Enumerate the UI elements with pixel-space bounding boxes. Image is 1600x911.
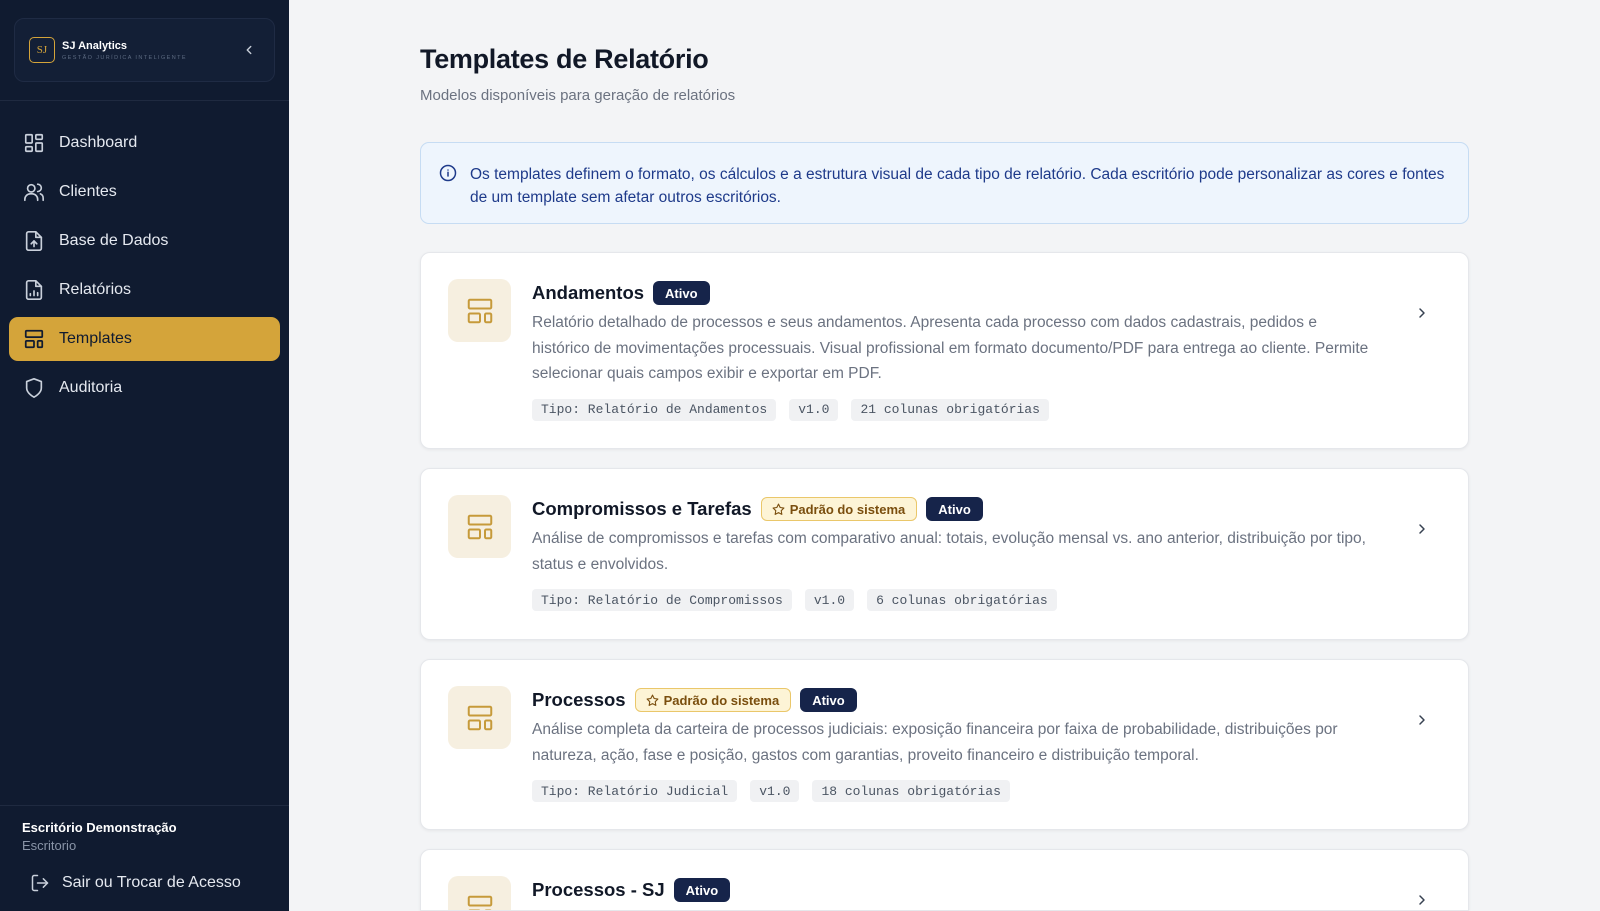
status-badge: Ativo (673, 878, 731, 902)
sidebar-item-dashboard[interactable]: Dashboard (9, 121, 280, 165)
sidebar-item-auditoria[interactable]: Auditoria (9, 366, 280, 410)
brand-logo: SJ (29, 37, 55, 63)
star-icon (772, 503, 785, 516)
type-tag: Tipo: Relatório de Andamentos (532, 398, 777, 421)
default-badge: Padrão do sistema (634, 688, 792, 712)
template-card-header: Processos - SJ Ativo (532, 877, 1377, 903)
info-icon (439, 164, 457, 182)
layout-template-icon (23, 328, 45, 350)
template-card-processos-sj[interactable]: Processos - SJ Ativo (420, 849, 1469, 911)
version-tag: v1.0 (789, 398, 839, 421)
shield-icon (23, 377, 45, 399)
status-badge: Ativo (653, 281, 710, 305)
status-badge: Ativo (800, 688, 857, 712)
sidebar-item-label: Auditoria (59, 379, 123, 396)
organization-type: Escritorio (22, 838, 77, 853)
sidebar-footer: Escritório Demonstração Escritorio Sair … (0, 805, 289, 911)
default-badge: Padrão do sistema (760, 497, 918, 521)
template-card-body: Processos Padrão do sistema Ativo Anális… (532, 687, 1377, 802)
columns-tag: 21 colunas obrigatórias (851, 398, 1049, 421)
brand-card: SJ SJ Analytics GESTÃO JURÍDICA INTELIGE… (14, 18, 275, 82)
chevron-right-icon (1412, 890, 1432, 910)
sidebar-item-clientes[interactable]: Clientes (9, 170, 280, 214)
sidebar-item-label: Relatórios (59, 281, 132, 298)
template-card-body: Andamentos Ativo Relatório detalhado de … (532, 280, 1377, 421)
info-banner: Os templates definem o formato, os cálcu… (420, 142, 1469, 224)
sidebar-item-label: Clientes (59, 183, 117, 200)
template-icon (448, 279, 511, 342)
chevron-right-icon (1412, 519, 1432, 539)
file-chart-icon (23, 279, 45, 301)
logout-button[interactable]: Sair ou Trocar de Acesso (22, 873, 267, 893)
template-tags: Tipo: Relatório de Andamentos v1.0 21 co… (532, 398, 1377, 421)
template-title: Processos - SJ (532, 879, 665, 900)
logout-icon (30, 873, 50, 893)
status-badge: Ativo (926, 497, 983, 521)
sidebar-item-base-de-dados[interactable]: Base de Dados (9, 219, 280, 263)
users-icon (23, 181, 45, 203)
template-description: Análise completa da carteira de processo… (532, 721, 1338, 764)
version-tag: v1.0 (750, 780, 800, 802)
template-card-body: Compromissos e Tarefas Padrão do sistema… (532, 496, 1377, 611)
template-card-andamentos[interactable]: Andamentos Ativo Relatório detalhado de … (420, 252, 1469, 449)
template-title: Processos (532, 689, 626, 710)
sidebar: SJ SJ Analytics GESTÃO JURÍDICA INTELIGE… (0, 0, 289, 911)
logout-label: Sair ou Trocar de Acesso (62, 874, 241, 891)
columns-tag: 18 colunas obrigatórias (812, 780, 1010, 802)
template-card-processos[interactable]: Processos Padrão do sistema Ativo Anális… (420, 659, 1469, 830)
chevron-right-icon (1412, 710, 1432, 730)
default-badge-label: Padrão do sistema (789, 501, 906, 517)
brand-section: SJ SJ Analytics GESTÃO JURÍDICA INTELIGE… (0, 0, 289, 101)
collapse-sidebar-button[interactable] (238, 39, 260, 61)
sidebar-item-label: Dashboard (59, 134, 138, 151)
chevron-right-icon (1412, 303, 1432, 323)
template-title: Andamentos (532, 282, 645, 303)
template-card-header: Processos Padrão do sistema Ativo (532, 687, 1377, 713)
template-tags: Tipo: Relatório Judicial v1.0 18 colunas… (532, 780, 1377, 802)
page-title: Templates de Relatório (420, 44, 709, 74)
template-icon (448, 495, 511, 558)
main-content: Templates de Relatório Modelos disponíve… (289, 0, 1600, 911)
template-card-header: Compromissos e Tarefas Padrão do sistema… (532, 496, 1377, 522)
brand-name: SJ Analytics (62, 39, 128, 52)
template-card-compromissos[interactable]: Compromissos e Tarefas Padrão do sistema… (420, 468, 1469, 640)
info-text: Os templates definem o formato, os cálcu… (470, 166, 1445, 206)
template-tags: Tipo: Relatório de Compromissos v1.0 6 c… (532, 589, 1377, 611)
dashboard-icon (23, 132, 45, 154)
template-card-body: Processos - SJ Ativo (532, 877, 1377, 903)
type-tag: Tipo: Relatório de Compromissos (532, 589, 792, 611)
page-subtitle: Modelos disponíveis para geração de rela… (420, 87, 736, 104)
sidebar-item-relatorios[interactable]: Relatórios (9, 268, 280, 312)
template-title: Compromissos e Tarefas (532, 498, 752, 519)
organization-name: Escritório Demonstração (22, 820, 177, 835)
sidebar-item-templates[interactable]: Templates (9, 317, 280, 361)
star-icon (646, 694, 659, 707)
template-icon (448, 686, 511, 749)
sidebar-nav: Dashboard Clientes Base de Dados Relatór… (0, 101, 289, 805)
template-description: Relatório detalhado de processos e seus … (532, 314, 1369, 382)
sidebar-item-label: Base de Dados (59, 232, 169, 249)
file-upload-icon (23, 230, 45, 252)
brand-text: SJ Analytics GESTÃO JURÍDICA INTELIGENTE (62, 40, 238, 61)
default-badge-label: Padrão do sistema (663, 692, 780, 708)
columns-tag: 6 colunas obrigatórias (867, 589, 1057, 611)
chevron-left-icon (246, 45, 252, 55)
sidebar-item-label: Templates (59, 330, 132, 347)
version-tag: v1.0 (804, 589, 855, 611)
brand-tagline: GESTÃO JURÍDICA INTELIGENTE (62, 54, 187, 61)
template-description: Análise de compromissos e tarefas com co… (532, 530, 1366, 573)
template-icon (448, 876, 511, 910)
template-card-header: Andamentos Ativo (532, 280, 1377, 306)
type-tag: Tipo: Relatório Judicial (532, 780, 738, 802)
